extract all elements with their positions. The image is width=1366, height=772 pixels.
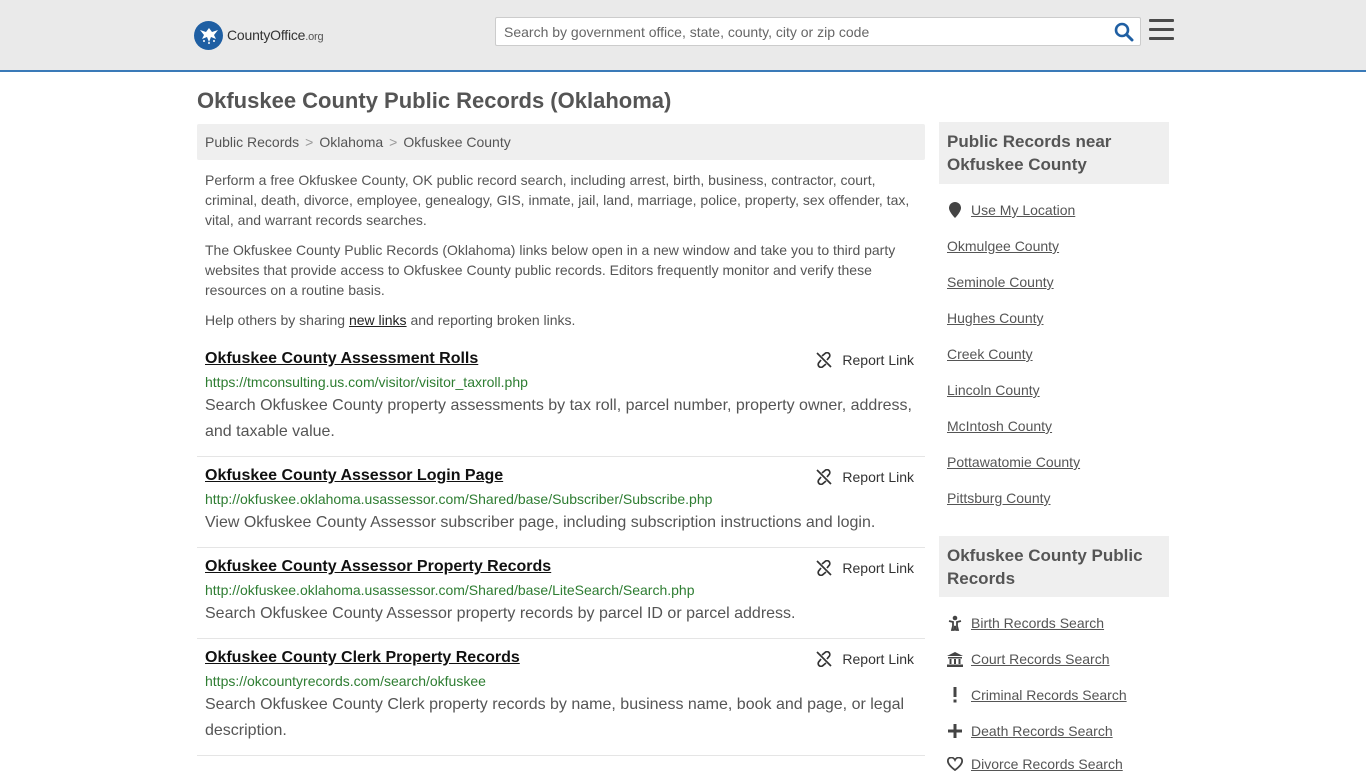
breadcrumb-separator: > <box>305 134 314 150</box>
logo-suffix-text: .org <box>305 31 324 43</box>
broken-link-icon <box>816 651 833 667</box>
nearby-county-link[interactable]: Lincoln County <box>947 382 1040 398</box>
report-link-button[interactable]: Report Link <box>816 352 914 368</box>
use-my-location-link[interactable]: Use My Location <box>947 202 1075 218</box>
report-text: and reporting broken links. <box>406 312 576 328</box>
report-link-button[interactable]: Report Link <box>816 560 914 576</box>
breadcrumb-separator: > <box>389 134 398 150</box>
cross-icon <box>947 723 963 739</box>
result-url: https://okcountyrecords.com/search/okfus… <box>205 673 486 689</box>
map-pin-icon <box>947 202 963 218</box>
result-title-link[interactable]: Okfuskee County Assessment Rolls <box>205 350 478 368</box>
use-my-location-label: Use My Location <box>971 202 1076 218</box>
intro-paragraph-2: The Okfuskee County Public Records (Okla… <box>205 242 896 298</box>
result-description: Search Okfuskee County Clerk property re… <box>205 696 905 739</box>
share-text: Help others by sharing <box>205 312 349 328</box>
death-records-link[interactable]: Death Records Search <box>947 723 1113 739</box>
site-header: CountyOffice.org <box>0 0 1366 72</box>
site-search <box>495 17 1141 46</box>
nearby-county-link[interactable]: Pottawatomie County <box>947 454 1080 470</box>
child-icon <box>947 615 963 631</box>
birth-records-link[interactable]: Birth Records Search <box>947 615 1104 631</box>
logo-text: CountyOffice.org <box>227 27 324 43</box>
exclamation-icon <box>947 687 963 703</box>
nearby-county-link[interactable]: Okmulgee County <box>947 238 1059 254</box>
courthouse-icon <box>947 651 963 667</box>
broken-link-icon <box>816 352 833 368</box>
divorce-records-link[interactable]: Divorce Records Search <box>947 756 1123 772</box>
criminal-records-link[interactable]: Criminal Records Search <box>947 687 1127 703</box>
result-title-link[interactable]: Okfuskee County Assessor Property Record… <box>205 558 551 576</box>
result-url: https://tmconsulting.us.com/visitor/visi… <box>205 374 528 390</box>
result-item: Okfuskee County Clerk Property Records R… <box>197 649 925 756</box>
nearby-county-link[interactable]: Seminole County <box>947 274 1054 290</box>
nearby-county-link[interactable]: McIntosh County <box>947 418 1052 434</box>
site-logo[interactable]: CountyOffice.org <box>194 20 324 50</box>
intro-paragraph-3: Help others by sharing new links and rep… <box>205 310 917 330</box>
breadcrumb-okfuskee-county[interactable]: Okfuskee County <box>403 134 510 150</box>
broken-link-icon <box>816 560 833 576</box>
nearby-county-link[interactable]: Creek County <box>947 346 1033 362</box>
eagle-seal-icon <box>194 20 223 50</box>
divorce-records-label: Divorce Records Search <box>971 756 1123 772</box>
breadcrumb: Public Records > Oklahoma > Okfuskee County <box>197 124 925 160</box>
nearby-records-heading: Public Records near Okfuskee County <box>939 122 1169 184</box>
new-links-link[interactable]: new links <box>349 312 407 328</box>
report-link-label: Report Link <box>842 352 914 368</box>
intro-paragraph-1: Perform a free Okfuskee County, OK publi… <box>205 172 910 228</box>
report-link-label: Report Link <box>842 560 914 576</box>
breadcrumb-public-records[interactable]: Public Records <box>205 134 299 150</box>
result-title-link[interactable]: Okfuskee County Assessor Login Page <box>205 467 503 485</box>
nearby-county-link[interactable]: Pittsburg County <box>947 490 1051 506</box>
logo-main-text: CountyOffice <box>227 27 306 43</box>
result-title-link[interactable]: Okfuskee County Clerk Property Records <box>205 649 520 667</box>
hamburger-menu-icon[interactable] <box>1149 19 1175 43</box>
death-records-label: Death Records Search <box>971 723 1113 739</box>
county-records-heading: Okfuskee County Public Records <box>939 536 1169 597</box>
report-link-label: Report Link <box>842 651 914 667</box>
result-item: Okfuskee County Assessor Property Record… <box>197 558 925 639</box>
nearby-county-link[interactable]: Hughes County <box>947 310 1044 326</box>
search-icon[interactable] <box>1114 22 1134 42</box>
search-input[interactable] <box>496 18 1106 45</box>
broken-link-icon <box>816 469 833 485</box>
result-description: Search Okfuskee County property assessme… <box>205 397 912 440</box>
birth-records-label: Birth Records Search <box>971 615 1105 631</box>
report-link-label: Report Link <box>842 469 914 485</box>
result-item: Okfuskee County Assessor Login Page Repo… <box>197 467 925 548</box>
page-title: Okfuskee County Public Records (Oklahoma… <box>197 88 672 113</box>
court-records-link[interactable]: Court Records Search <box>947 651 1110 667</box>
court-records-label: Court Records Search <box>971 651 1110 667</box>
breadcrumb-oklahoma[interactable]: Oklahoma <box>319 134 383 150</box>
broken-heart-icon <box>947 756 963 772</box>
result-url: http://okfuskee.oklahoma.usassessor.com/… <box>205 491 713 507</box>
result-description: Search Okfuskee County Assessor property… <box>205 605 796 622</box>
result-item: Okfuskee County Assessment Rolls Report … <box>197 350 925 457</box>
result-url: http://okfuskee.oklahoma.usassessor.com/… <box>205 582 695 598</box>
report-link-button[interactable]: Report Link <box>816 469 914 485</box>
criminal-records-label: Criminal Records Search <box>971 687 1127 703</box>
result-description: View Okfuskee County Assessor subscriber… <box>205 514 876 531</box>
report-link-button[interactable]: Report Link <box>816 651 914 667</box>
